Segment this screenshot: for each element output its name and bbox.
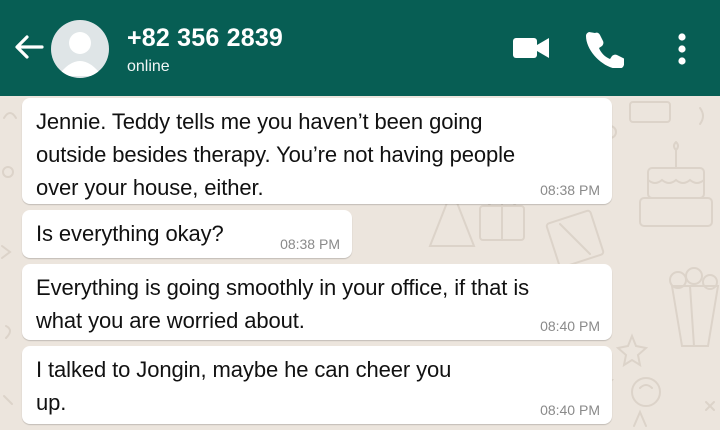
message-time: 08:40 PM <box>540 402 600 418</box>
avatar-placeholder-icon <box>58 32 102 76</box>
video-call-icon[interactable] <box>512 28 550 68</box>
contact-status: online <box>127 58 170 75</box>
message-text: Jennie. Teddy tells me you haven’t been … <box>36 109 516 200</box>
message-time: 08:38 PM <box>540 182 600 198</box>
message-bubble[interactable]: Jennie. Teddy tells me you haven’t been … <box>22 98 612 204</box>
back-arrow-icon[interactable] <box>12 30 46 64</box>
more-vert-icon[interactable] <box>670 28 694 68</box>
message-text: Everything is going smoothly in your off… <box>36 275 530 333</box>
contact-name[interactable]: +82 356 2839 <box>127 24 283 53</box>
avatar[interactable] <box>51 20 109 78</box>
phone-icon[interactable] <box>586 28 624 68</box>
message-bubble[interactable]: Everything is going smoothly in your off… <box>22 264 612 340</box>
message-text: I talked to Jongin, maybe he can cheer y… <box>36 357 452 415</box>
message-time: 08:40 PM <box>540 318 600 334</box>
message-time: 08:38 PM <box>280 236 340 252</box>
message-bubble[interactable]: I talked to Jongin, maybe he can cheer y… <box>22 346 612 424</box>
message-bubble[interactable]: Is everything okay? 08:38 PM <box>22 210 352 258</box>
chat-header: +82 356 2839 online <box>0 0 720 96</box>
